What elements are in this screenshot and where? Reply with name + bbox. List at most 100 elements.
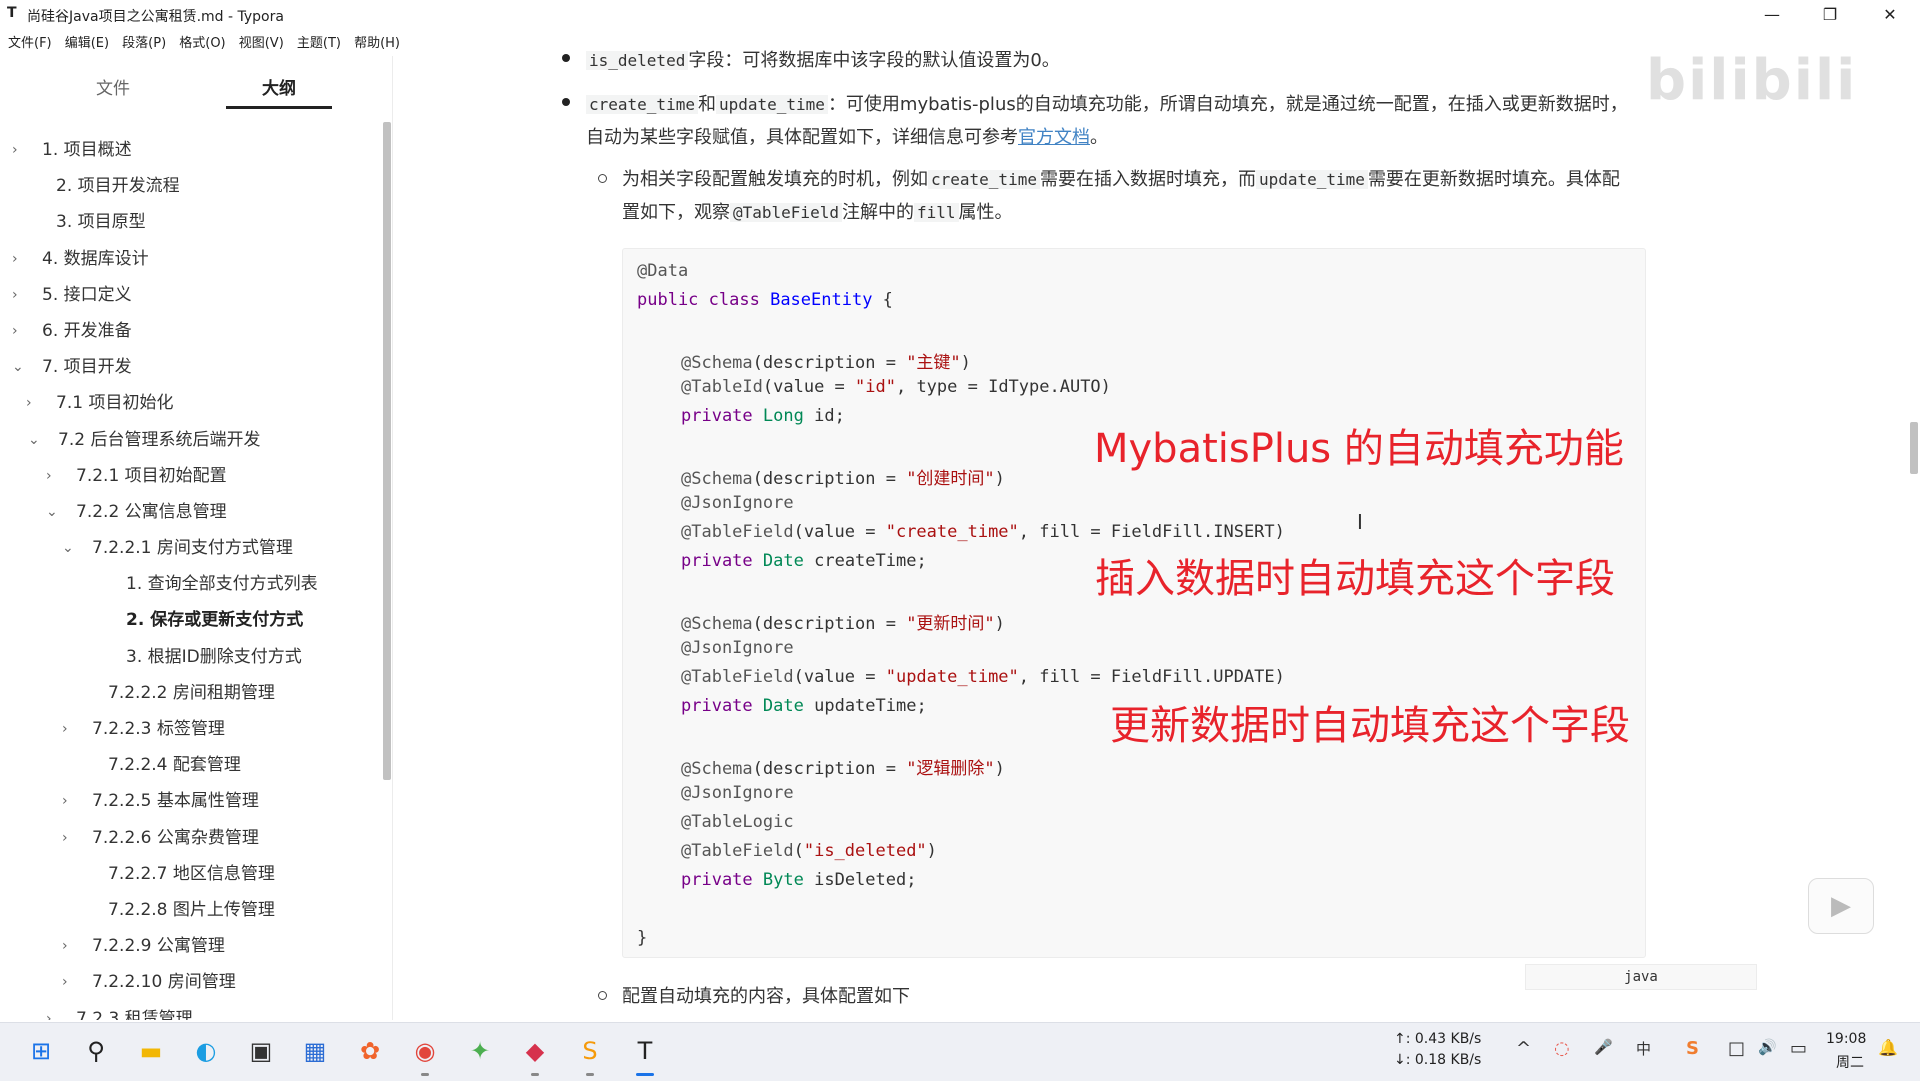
outline-item[interactable]: › 1. 项目概述: [0, 132, 385, 168]
chrome-icon[interactable]: ◉: [408, 1034, 442, 1068]
menu-edit[interactable]: 编辑(E): [65, 33, 109, 55]
outline-item[interactable]: › 5. 接口定义: [0, 277, 385, 313]
chevron-down-icon[interactable]: ⌄: [12, 349, 26, 385]
chevron-down-icon[interactable]: ⌄: [46, 494, 60, 530]
play-icon[interactable]: ▶: [1808, 878, 1874, 934]
menu-paragraph[interactable]: 段落(P): [122, 33, 166, 55]
chevron-right-icon[interactable]: ›: [12, 132, 26, 168]
outline-item-label: 7.2.2 公寓信息管理: [76, 501, 227, 522]
text: 字段：可将数据库中该字段的默认值设置为0。: [688, 50, 1060, 71]
chevron-right-icon[interactable]: ›: [46, 1001, 60, 1021]
menu-format[interactable]: 格式(O): [179, 33, 225, 55]
chevron-right-icon[interactable]: ›: [62, 928, 76, 964]
editor-scrollbar[interactable]: [1910, 422, 1918, 474]
outline-item[interactable]: 2. 项目开发流程: [0, 168, 385, 204]
chevron-right-icon[interactable]: ›: [62, 820, 76, 856]
outline-item[interactable]: › 7.2.2.6 公寓杂费管理: [0, 820, 385, 856]
maximize-button[interactable]: ❐: [1802, 0, 1858, 30]
file-explorer-icon[interactable]: ▬: [134, 1034, 168, 1068]
chevron-right-icon[interactable]: ›: [62, 964, 76, 1000]
close-button[interactable]: ✕: [1862, 0, 1918, 30]
chevron-right-icon[interactable]: ›: [62, 783, 76, 819]
menu-view[interactable]: 视图(V): [239, 33, 284, 55]
chevron-down-icon[interactable]: ⌄: [28, 422, 42, 458]
outline-item[interactable]: › 7.2.2.3 标签管理: [0, 711, 385, 747]
store-icon[interactable]: ▦: [298, 1034, 332, 1068]
code-line: @TableField(value = "create_time", fill …: [681, 522, 1285, 542]
outline-item[interactable]: 3. 根据ID删除支付方式: [0, 639, 385, 675]
args-token: (value =: [793, 667, 886, 687]
outline-item[interactable]: 7.2.2.8 图片上传管理: [0, 892, 385, 928]
code-line: @JsonIgnore: [681, 638, 794, 658]
outline-item[interactable]: 2. 保存或更新支付方式: [0, 602, 385, 638]
edge-icon[interactable]: ◐: [189, 1034, 223, 1068]
outline-item[interactable]: 7.2.2.7 地区信息管理: [0, 856, 385, 892]
chevron-right-icon[interactable]: ›: [46, 458, 60, 494]
chevron-right-icon[interactable]: ›: [12, 241, 26, 277]
outline-item[interactable]: 7.2.2.4 配套管理: [0, 747, 385, 783]
clock-day[interactable]: 周二: [1836, 1052, 1864, 1072]
app-colorful-icon[interactable]: ✦: [463, 1034, 497, 1068]
tray-app-icon[interactable]: ◌: [1554, 1038, 1570, 1059]
battery-icon[interactable]: ▭: [1790, 1038, 1807, 1059]
outline-item[interactable]: ⌄ 7.2.2.1 房间支付方式管理: [0, 530, 385, 566]
code-line: @JsonIgnore: [681, 493, 794, 513]
start-icon[interactable]: ⊞: [24, 1034, 58, 1068]
tray-s-icon[interactable]: S: [1686, 1038, 1699, 1059]
outline-item[interactable]: › 7.2.2.10 房间管理: [0, 964, 385, 1000]
outline-item[interactable]: ⌄ 7.2.2 公寓信息管理: [0, 494, 385, 530]
code-line: private Date updateTime;: [681, 696, 927, 716]
official-docs-link[interactable]: 官方文档: [1018, 127, 1090, 148]
ime-icon[interactable]: 中: [1636, 1038, 1651, 1059]
chevron-down-icon[interactable]: ⌄: [62, 530, 76, 566]
outline-item[interactable]: › 6. 开发准备: [0, 313, 385, 349]
tray-overflow-icon[interactable]: ^: [1516, 1038, 1531, 1059]
tab-outline[interactable]: 大纲: [226, 74, 332, 99]
outline-item[interactable]: › 7.2.2.5 基本属性管理: [0, 783, 385, 819]
outline-item[interactable]: › 7.2.3 租赁管理: [0, 1001, 385, 1021]
menu-file[interactable]: 文件(F): [8, 33, 52, 55]
outline-item[interactable]: 1. 查询全部支付方式列表: [0, 566, 385, 602]
code-line: @Schema(description = "逻辑删除"): [681, 754, 1005, 779]
outline-item[interactable]: › 7.2.1 项目初始配置: [0, 458, 385, 494]
outline-item[interactable]: › 7.1 项目初始化: [0, 385, 385, 421]
sidebar: 文件 大纲 › 1. 项目概述 2. 项目开发流程 3. 项目原型 › 4. 数据库设计 ›…: [0, 56, 393, 1020]
text: 为相关字段配置触发填充的时机，例如: [622, 169, 928, 190]
chevron-right-icon[interactable]: ›: [12, 277, 26, 313]
sublime-icon[interactable]: S: [573, 1034, 607, 1068]
typora-icon[interactable]: T: [628, 1034, 662, 1068]
sub-bullet-line2: 置如下，观察 @TableField 注解中的 fill 属性。: [622, 198, 1013, 224]
code-line: @Schema(description = "主键"): [681, 348, 971, 373]
annotation-token: @Schema: [681, 614, 753, 634]
tab-files[interactable]: 文件: [82, 74, 144, 99]
volume-icon[interactable]: 🔊: [1758, 1038, 1777, 1056]
intellij-icon[interactable]: ◆: [518, 1034, 552, 1068]
terminal-icon[interactable]: ▣: [244, 1034, 278, 1068]
chevron-right-icon[interactable]: ›: [12, 313, 26, 349]
bilibili-watermark: bilibili: [1646, 48, 1858, 113]
app-orange-icon[interactable]: ✿: [353, 1034, 387, 1068]
minimize-button[interactable]: —: [1744, 0, 1800, 30]
menu-theme[interactable]: 主题(T): [297, 33, 341, 55]
search-icon[interactable]: ⚲: [79, 1034, 113, 1068]
chevron-right-icon[interactable]: ›: [26, 385, 40, 421]
string-token: "主键": [906, 353, 961, 373]
field-token: updateTime;: [814, 696, 927, 716]
network-icon[interactable]: □: [1728, 1038, 1745, 1059]
sidebar-scrollbar[interactable]: [383, 122, 391, 780]
chevron-right-icon[interactable]: ›: [62, 711, 76, 747]
notification-icon[interactable]: 🔔: [1878, 1038, 1898, 1057]
outline-item[interactable]: ⌄ 7. 项目开发: [0, 349, 385, 385]
type-token: Date: [762, 696, 804, 716]
outline-item[interactable]: 3. 项目原型: [0, 204, 385, 240]
clock-time[interactable]: 19:08: [1826, 1031, 1866, 1047]
args-token: , fill = FieldFill.INSERT): [1018, 522, 1285, 542]
code-language-label[interactable]: java: [1525, 964, 1757, 990]
active-tab-indicator: [226, 106, 332, 109]
outline-item[interactable]: ⌄ 7.2 后台管理系统后端开发: [0, 422, 385, 458]
microphone-icon[interactable]: 🎤: [1594, 1038, 1613, 1056]
outline-item[interactable]: › 4. 数据库设计: [0, 241, 385, 277]
text: 需要在更新数据时填充。具体配: [1367, 169, 1620, 190]
outline-item[interactable]: 7.2.2.2 房间租期管理: [0, 675, 385, 711]
outline-item[interactable]: › 7.2.2.9 公寓管理: [0, 928, 385, 964]
